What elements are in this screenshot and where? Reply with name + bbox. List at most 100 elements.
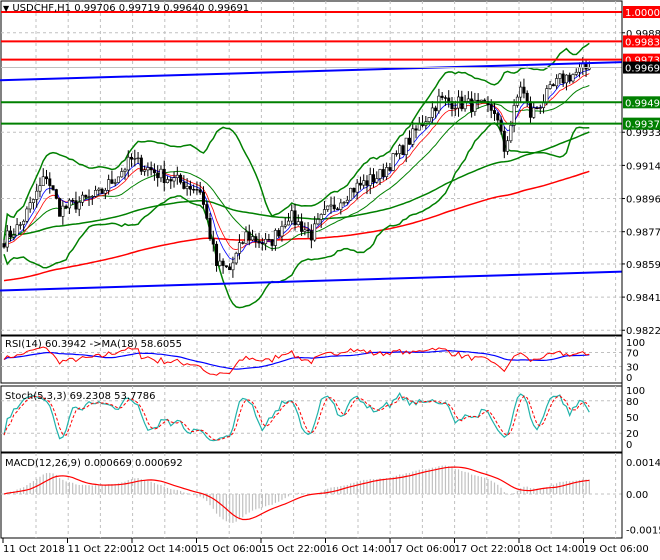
candle-bull [555,78,559,87]
level-label: 0.99837 [625,37,660,48]
candle-bull [322,209,326,215]
candle-bear [470,98,474,112]
candle-bull [574,71,578,75]
rsi-tick-label: 70 [626,349,639,360]
candle-bear [496,113,500,121]
candle-bear [228,266,232,271]
trading-chart-window[interactable]: 0.998850.993300.991450.989600.987750.985… [0,0,660,560]
rsi-title: RSI(14) 60.3942 ->MA(18) 58.6055 [5,339,182,350]
candle-bear [502,130,506,152]
bollinger-upper-line [3,42,590,240]
candle-bear [332,204,336,210]
candle-bull [31,199,35,203]
candle-bull [94,190,98,197]
candle-bull [15,224,19,236]
candle-bull [18,224,22,226]
time-label: 11 Oct 2018 [3,544,65,555]
candle-bear [241,242,245,244]
stoch-title: Stoch(5,3,3) 69.2308 53.7786 [5,391,156,402]
candle-bear [156,172,160,179]
candle-bear [401,145,405,155]
time-label: 12 Oct 14:00 [132,544,197,555]
candle-bear [267,238,271,241]
macd-tick-label: -0.001564 [626,525,660,536]
candle-bear [528,101,532,118]
candle-bull [116,176,120,183]
candle-bear [100,188,104,194]
candle-bull [385,167,389,177]
candle-bear [300,221,304,232]
candle-bear [352,187,356,193]
bollinger-lower-line [3,122,590,309]
candle-bear [358,182,362,186]
candle-bear [525,92,529,102]
candle-bear [9,230,13,238]
candle-bull [136,157,140,160]
bollinger-middle-line [3,85,590,250]
candle-bear [84,194,88,198]
chart-canvas[interactable]: 0.998850.993300.991450.989600.987750.985… [0,0,660,560]
candle-bull [172,177,176,182]
time-label: 17 Oct 06:00 [390,544,455,555]
time-label: 18 Oct 14:00 [519,544,584,555]
candle-bear [443,97,447,99]
stoch-tick-label: 100 [626,386,645,397]
candle-bull [67,199,71,209]
candle-bear [306,229,310,232]
candle-bull [35,190,39,200]
candle-bear [372,174,376,183]
candle-bull [453,107,457,110]
candle-bull [427,117,431,123]
candle-bull [316,219,320,225]
candle-bull [368,174,372,186]
candle-bear [381,169,385,177]
candle-bear [388,167,392,171]
price-tick-label: 0.98960 [626,195,660,206]
candle-bull [38,185,42,192]
candle-bull [558,73,562,79]
candle-bear [162,168,166,183]
candle-bear [568,74,572,82]
candle-bull [120,171,124,178]
candle-bull [355,182,359,193]
time-label: 15 Oct 06:00 [197,544,262,555]
candle-bear [447,97,451,102]
candle-bull [90,196,94,198]
candle-bear [309,230,313,241]
candle-bear [414,128,418,131]
candle-bull [77,201,81,210]
candle-bear [551,84,555,87]
candle-bull [286,220,290,226]
candle-bull [578,67,582,73]
candle-bull [146,167,150,171]
candle-bear [51,185,55,190]
candle-bull [133,158,137,160]
candle-bull [519,86,523,98]
candle-bull [113,182,117,184]
macd-tick-label: 0.00 [626,490,648,501]
candle-bull [283,224,287,227]
candle-bull [349,187,353,201]
candle-bull [159,168,163,179]
candle-bull [319,214,323,220]
candle-bear [192,189,196,191]
candle-bull [378,169,382,179]
candle-bull [103,190,107,194]
candle-bull [411,128,415,145]
candle-bear [561,73,565,84]
candle-bull [290,210,294,222]
candle-bull [244,231,248,244]
candle-bear [247,231,251,241]
candle-bull [61,205,65,217]
dropdown-triangle-icon[interactable]: ▼ [3,4,9,13]
candle-bear [195,189,199,191]
candle-bull [234,252,238,264]
candle-bear [584,63,588,70]
candle-bull [231,262,235,271]
candle-bear [221,260,225,266]
candle-bull [166,179,170,183]
trendline-0 [0,61,623,82]
macd-title: MACD(12,26,9) 0.000669 0.000692 [5,458,183,469]
candle-bear [130,156,134,160]
candle-bull [437,95,441,112]
